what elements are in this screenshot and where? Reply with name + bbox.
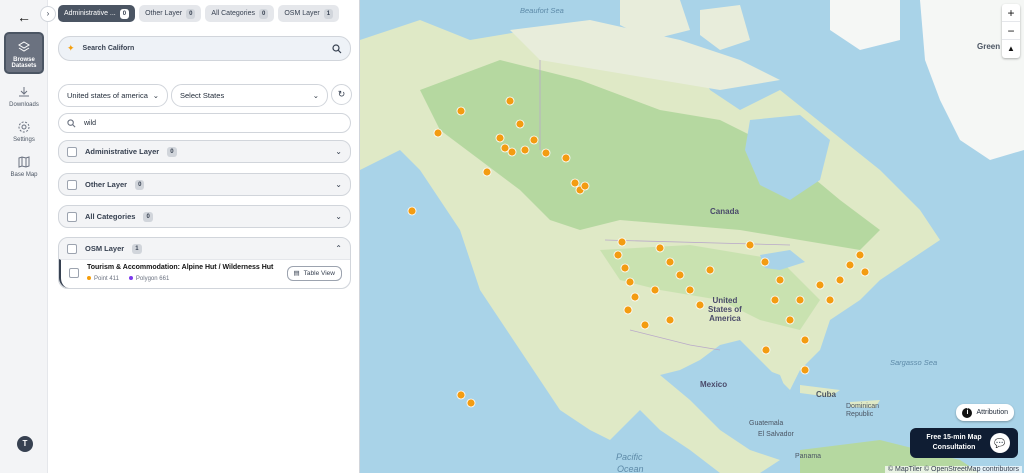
country-select[interactable]: United states of america ⌄ xyxy=(58,84,168,107)
chip-all-categories[interactable]: All Categories 0 xyxy=(205,5,275,22)
chevron-down-icon: ⌄ xyxy=(152,91,159,100)
chevron-down-icon[interactable]: ⌄ xyxy=(335,147,342,156)
basemap xyxy=(360,0,1024,473)
layer-title: All Categories xyxy=(85,212,136,221)
filter-value: wild xyxy=(84,119,97,127)
chip-label: Administrative ... xyxy=(64,10,116,17)
layer-count: 0 xyxy=(135,179,145,190)
zoom-out-button[interactable]: − xyxy=(1002,22,1020,40)
label-usa: United States of America xyxy=(708,296,742,323)
polygon-count: Polygon 661 xyxy=(128,276,169,282)
rail-downloads[interactable]: Downloads xyxy=(4,85,44,108)
back-arrow-icon[interactable]: ← xyxy=(14,8,34,26)
label-sargasso-sea: Sargasso Sea xyxy=(890,358,938,367)
search-text: Search Californ xyxy=(82,45,135,52)
layer-checkbox[interactable] xyxy=(67,243,77,254)
chip-label: OSM Layer xyxy=(284,10,320,17)
gear-icon xyxy=(18,121,30,133)
compass-icon[interactable]: ▲ xyxy=(1002,40,1020,58)
layer-checkbox[interactable] xyxy=(67,179,77,190)
search-icon xyxy=(67,118,76,127)
layer-title: OSM Layer xyxy=(85,244,125,253)
chip-count: 1 xyxy=(323,8,334,19)
rail-label: Downloads xyxy=(9,102,39,108)
label-guatemala: Guatemala xyxy=(749,420,784,427)
country-value: United states of america xyxy=(67,91,148,100)
label-beaufort-sea: Beaufort Sea xyxy=(520,6,564,15)
info-icon: i xyxy=(962,407,973,418)
point-count: Point 411 xyxy=(87,276,119,282)
layer-title: Other Layer xyxy=(85,180,128,189)
chat-icon[interactable]: 💬 xyxy=(990,433,1010,453)
sublayer-title: Tourism & Accommodation: Alpine Hut / Wi… xyxy=(87,264,274,271)
rail-label: Settings xyxy=(13,137,35,143)
map-icon xyxy=(18,156,30,168)
label-dominican-republic: Dominican Republic xyxy=(846,403,880,418)
osm-sublayer-row: Tourism & Accommodation: Alpine Hut / Wi… xyxy=(59,259,350,288)
rail-base-map[interactable]: Base Map xyxy=(4,155,44,178)
search-input[interactable]: ✦ Search Californ xyxy=(58,36,351,61)
layer-filter-input[interactable]: wild xyxy=(58,113,351,133)
consultation-banner[interactable]: Free 15-min Map Consultation 💬 xyxy=(910,428,1018,458)
chevron-up-icon[interactable]: ⌃ xyxy=(335,244,342,253)
attribution-label: Attribution xyxy=(976,409,1008,416)
layer-administrative: Administrative Layer 0 ⌄ xyxy=(58,140,351,163)
chevron-right-icon[interactable]: › xyxy=(40,6,56,22)
consult-label: Free 15-min Map Consultation xyxy=(926,434,982,451)
zoom-controls: + − ▲ xyxy=(1002,4,1020,58)
table-view-button[interactable]: ▤ Table View xyxy=(286,265,342,281)
layer-title: Administrative Layer xyxy=(85,147,160,156)
layers-icon xyxy=(18,41,30,52)
chip-label: All Categories xyxy=(211,10,255,17)
user-avatar[interactable]: T xyxy=(17,436,33,452)
label-canada: Canada xyxy=(710,207,739,216)
rail-label: Browse Datasets xyxy=(11,57,37,69)
chip-other-layer[interactable]: Other Layer 0 xyxy=(139,5,202,22)
attribution-button[interactable]: i Attribution xyxy=(956,404,1014,421)
chevron-down-icon[interactable]: ⌄ xyxy=(335,212,342,221)
sparkle-icon: ✦ xyxy=(67,43,75,53)
label-cuba: Cuba xyxy=(816,390,836,399)
chip-label: Other Layer xyxy=(145,10,183,17)
zoom-in-button[interactable]: + xyxy=(1002,4,1020,22)
layer-all-categories: All Categories 0 ⌄ xyxy=(58,205,351,228)
label-greenland: Green xyxy=(977,42,1001,51)
chip-administrative[interactable]: Administrative ... 0 xyxy=(58,5,136,22)
chevron-down-icon: ⌄ xyxy=(312,91,319,100)
chip-count: 0 xyxy=(119,8,130,19)
state-value: Select States xyxy=(180,91,225,100)
map-canvas[interactable]: Beaufort Sea Green Canada United States o… xyxy=(360,0,1024,473)
layer-osm: OSM Layer 1 ⌃ Tourism & Accommodation: A… xyxy=(58,237,351,289)
state-select[interactable]: Select States ⌄ xyxy=(171,84,328,107)
layer-other: Other Layer 0 ⌄ xyxy=(58,173,351,196)
refresh-icon[interactable]: ↻ xyxy=(331,84,352,105)
chip-count: 0 xyxy=(258,8,269,19)
download-icon xyxy=(19,87,29,97)
sublayer-checkbox[interactable] xyxy=(69,268,79,278)
rail-browse-datasets[interactable]: Browse Datasets xyxy=(4,32,44,74)
label-panama: Panama xyxy=(795,453,822,460)
label-pacific: Pacific xyxy=(616,452,643,462)
layer-count: 0 xyxy=(143,211,153,222)
chip-count: 0 xyxy=(186,8,196,19)
layer-checkbox[interactable] xyxy=(67,211,77,222)
label-ocean: Ocean xyxy=(617,464,644,473)
chip-osm-layer[interactable]: OSM Layer 1 xyxy=(278,5,340,22)
table-icon: ▤ xyxy=(293,270,300,277)
left-rail: ← Browse Datasets Downloads Settings Bas… xyxy=(0,0,48,473)
layer-count: 1 xyxy=(132,243,142,254)
datasets-panel: › Administrative ... 0 Other Layer 0 All C… xyxy=(40,0,360,473)
category-chips: Administrative ... 0 Other Layer 0 All Cat… xyxy=(58,5,340,22)
label-mexico: Mexico xyxy=(700,380,728,389)
label-el-salvador: El Salvador xyxy=(758,431,794,438)
layer-count: 0 xyxy=(167,146,177,157)
rail-settings[interactable]: Settings xyxy=(4,120,44,143)
chevron-down-icon[interactable]: ⌄ xyxy=(335,180,342,189)
table-view-label: Table View xyxy=(303,269,335,277)
map-credit: © MapTiler © OpenStreetMap contributors xyxy=(884,466,1022,473)
search-icon[interactable] xyxy=(332,43,342,54)
layer-checkbox[interactable] xyxy=(67,146,77,157)
rail-label: Base Map xyxy=(10,172,38,178)
